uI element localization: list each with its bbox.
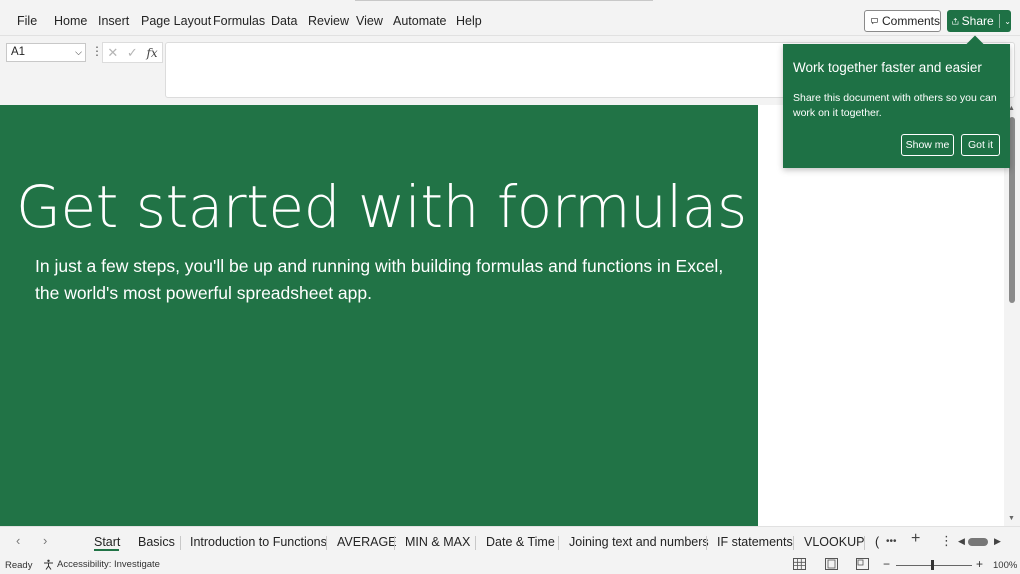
page-layout-view-icon[interactable]: [825, 558, 838, 570]
scroll-right-icon[interactable]: ▶: [994, 536, 1001, 547]
title-bar-edge: [355, 0, 653, 1]
normal-view-icon[interactable]: [793, 558, 806, 570]
tab-divider: [394, 536, 395, 550]
tab-vlookup[interactable]: VLOOKUP: [804, 535, 864, 549]
scroll-down-icon[interactable]: ▼: [1008, 515, 1015, 522]
worksheet-grid[interactable]: Get started with formulas In just a few …: [0, 105, 1020, 526]
share-icon: [952, 17, 959, 25]
tab-divider: [180, 536, 181, 550]
chevron-right-icon[interactable]: ›: [43, 533, 47, 548]
tab-truncated[interactable]: (: [875, 535, 879, 549]
tab-start[interactable]: Start: [94, 535, 120, 549]
menu-home[interactable]: Home: [54, 14, 87, 28]
page-break-view-icon[interactable]: [856, 558, 869, 570]
accessibility-status[interactable]: Accessibility: Investigate: [43, 559, 160, 570]
chevron-left-icon[interactable]: ‹: [16, 533, 20, 548]
comment-icon: [871, 18, 878, 25]
zoom-slider[interactable]: [896, 565, 972, 566]
accessibility-icon: [44, 559, 53, 570]
status-bar: Ready Accessibility: Investigate − + 100…: [0, 556, 1020, 574]
tab-if-statements[interactable]: IF statements: [717, 535, 793, 549]
tab-average[interactable]: AVERAGE: [337, 535, 397, 549]
intro-text: In just a few steps, you'll be up and ru…: [35, 256, 724, 303]
start-banner: Get started with formulas In just a few …: [0, 105, 758, 526]
menu-data[interactable]: Data: [271, 14, 297, 28]
callout-title: Work together faster and easier: [793, 60, 982, 75]
vertical-scrollbar[interactable]: ▲ ▼: [1004, 105, 1020, 526]
zoom-out-icon[interactable]: −: [883, 557, 890, 571]
menu-bar: File Home Insert Page Layout Formulas Da…: [0, 0, 1020, 36]
got-it-button[interactable]: Got it: [961, 134, 1000, 156]
share-divider: [998, 14, 1000, 28]
insert-function-icon[interactable]: fx: [146, 46, 157, 60]
tab-basics[interactable]: Basics: [138, 535, 175, 549]
tab-divider: [326, 536, 327, 550]
menu-page-layout[interactable]: Page Layout: [141, 14, 211, 28]
chevron-down-icon[interactable]: ⌵: [75, 44, 82, 61]
name-box[interactable]: A1 ⌵: [6, 43, 86, 62]
active-tab-indicator: [94, 549, 119, 551]
comments-button[interactable]: Comments: [864, 10, 941, 32]
name-box-value: A1: [11, 46, 26, 58]
more-sheets-icon[interactable]: •••: [886, 536, 897, 547]
zoom-slider-thumb[interactable]: [931, 560, 934, 570]
zoom-level[interactable]: 100%: [993, 560, 1017, 571]
cancel-icon[interactable]: ✕: [107, 45, 118, 61]
tab-divider: [558, 536, 559, 550]
comments-label: Comments: [881, 14, 940, 28]
horizontal-scroll-thumb[interactable]: [968, 538, 988, 546]
tab-divider: [793, 536, 794, 550]
tab-divider: [864, 536, 865, 550]
show-me-button[interactable]: Show me: [901, 134, 954, 156]
sheet-options-icon[interactable]: ⋮: [940, 533, 953, 549]
tab-divider: [706, 536, 707, 550]
share-label: Share: [961, 14, 994, 28]
menu-view[interactable]: View: [356, 14, 383, 28]
tab-divider: [475, 536, 476, 550]
formula-tools: ✕ ✓ fx: [102, 42, 163, 63]
menu-automate[interactable]: Automate: [393, 14, 447, 28]
accessibility-label: Accessibility: Investigate: [57, 559, 160, 570]
chevron-down-icon[interactable]: ⌄: [1004, 17, 1011, 26]
menu-insert[interactable]: Insert: [98, 14, 129, 28]
scroll-left-icon[interactable]: ◀: [958, 536, 965, 547]
zoom-in-icon[interactable]: +: [976, 557, 983, 571]
menu-formulas[interactable]: Formulas: [213, 14, 265, 28]
add-sheet-icon[interactable]: +: [911, 530, 920, 548]
share-button[interactable]: Share ⌄: [947, 10, 1011, 32]
callout-body: Share this document with others so you c…: [793, 92, 997, 119]
tab-date-time[interactable]: Date & Time: [486, 535, 555, 549]
sheet-tabs-bar: ‹ › Start Basics Introduction to Functio…: [0, 526, 1020, 556]
menu-file[interactable]: File: [17, 14, 37, 28]
menu-help[interactable]: Help: [456, 14, 482, 28]
status-ready: Ready: [5, 560, 33, 571]
menu-review[interactable]: Review: [308, 14, 349, 28]
tab-min-max[interactable]: MIN & MAX: [405, 535, 470, 549]
tab-joining-text-and-numbers[interactable]: Joining text and numbers: [569, 535, 709, 549]
enter-icon[interactable]: ✓: [127, 45, 138, 61]
share-callout: Work together faster and easier Share th…: [783, 35, 1010, 168]
tab-introduction-to-functions[interactable]: Introduction to Functions: [190, 535, 327, 549]
page-title: Get started with formulas: [16, 173, 747, 241]
